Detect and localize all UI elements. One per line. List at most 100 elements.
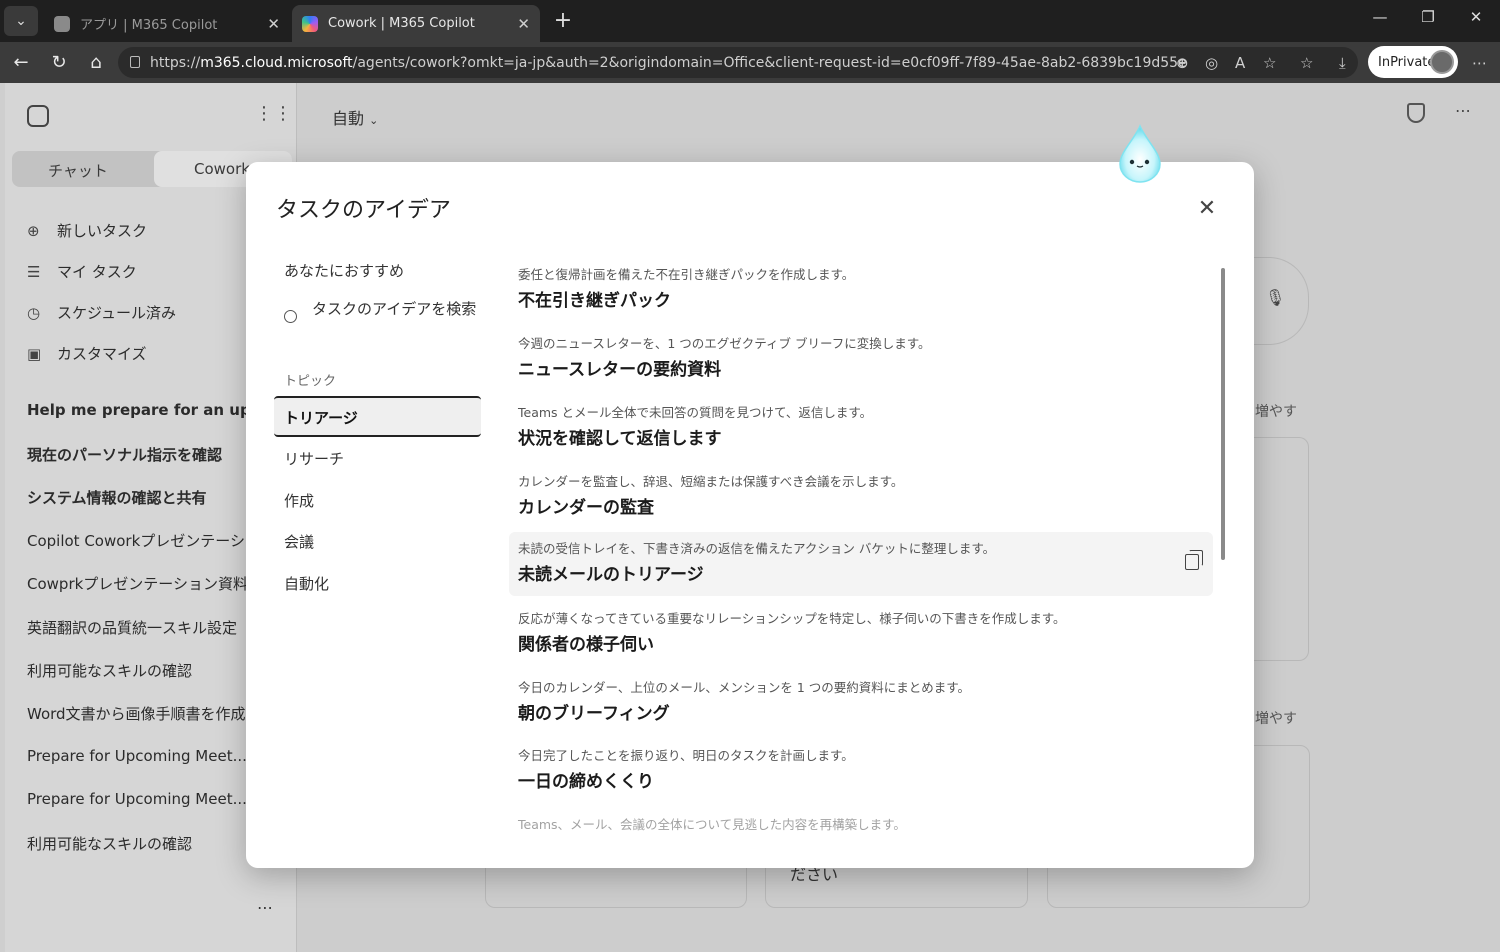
mode-dropdown[interactable]: 自動 ⌄ (332, 105, 378, 129)
topic-research[interactable]: リサーチ (284, 448, 344, 469)
download-icon[interactable]: ⤓ (1339, 54, 1346, 72)
back-arrow-icon[interactable]: ← (8, 50, 34, 76)
history-item[interactable]: Prepare for Upcoming Meet... (27, 747, 249, 765)
browser-tab-bar: ⌄ アプリ | M365 Copilot ✕ Cowork | M365 Cop… (0, 0, 1500, 42)
idea-description: 委任と復帰計画を備えた不在引き継ぎパックを作成します。 (518, 267, 855, 282)
history-item[interactable]: Prepare for Upcoming Meet... (27, 790, 249, 808)
browser-tab-apps[interactable]: アプリ | M365 Copilot ✕ (44, 5, 290, 42)
idea-title: 不在引き継ぎパック (518, 291, 671, 311)
favorites-list-icon[interactable]: ☆ (1300, 54, 1313, 72)
idea-title: カレンダーの監査 (518, 498, 654, 518)
nav-label: マイ タスク (57, 263, 137, 281)
home-icon[interactable]: ⌂ (83, 50, 109, 76)
history-item[interactable]: Copilot Coworkプレゼンテーション (27, 530, 249, 551)
idea-title: 状況を確認して返信します (518, 429, 722, 449)
idea-card[interactable]: Teams とメール全体で未回答の質問を見つけて、返信します。 状況を確認して返… (509, 396, 1213, 460)
search-ideas-button[interactable]: タスクのアイデアを検索 (284, 298, 484, 323)
topics-heading: トピック (284, 374, 337, 389)
idea-card[interactable]: 反応が薄くなってきている重要なリレーションシップを特定し、様子伺いの下書きを作成… (509, 602, 1213, 666)
idea-description: 今日のカレンダー、上位のメール、メンションを 1 つの要約資料にまとめます。 (518, 680, 971, 695)
idea-description: 今日完了したことを振り返り、明日のタスクを計画します。 (518, 748, 854, 763)
copy-icon[interactable] (1185, 550, 1203, 570)
url-prefix: https:// (150, 54, 201, 71)
water-drop-mascot-icon (1119, 124, 1161, 183)
history-item[interactable]: Word文書から画像手順書を作成 (27, 703, 249, 724)
idea-description: 反応が薄くなってきている重要なリレーションシップを特定し、様子伺いの下書きを作成… (518, 611, 1066, 626)
restore-icon[interactable]: ❐ (1414, 8, 1442, 26)
idea-card[interactable]: カレンダーを監査し、辞退、短縮または保護すべき会議を示します。 カレンダーの監査 (509, 465, 1213, 529)
task-list-icon: ☰ (27, 262, 41, 281)
history-item[interactable]: 利用可能なスキルの確認 (27, 833, 249, 854)
copilot-logo-icon[interactable] (27, 105, 49, 127)
history-item[interactable]: 利用可能なスキルの確認 (27, 660, 249, 681)
segment-cowork[interactable]: Cowork (194, 160, 250, 178)
idea-description: 未読の受信トレイを、下書き済みの返信を備えたアクション バケットに整理します。 (518, 541, 996, 556)
idea-description: Teams とメール全体で未回答の質問を見つけて、返信します。 (518, 405, 873, 420)
dialog-title: タスクのアイデア (276, 198, 451, 223)
favorite-star-icon[interactable]: ☆ (1263, 54, 1276, 72)
bg-fragment: 増やす (1255, 404, 1297, 420)
nav-customize[interactable]: ▣ カスタマイズ (27, 343, 147, 364)
more-options-icon[interactable]: ⋯ (257, 898, 273, 917)
idea-card[interactable]: Teams、メール、会議の全体について見逃した内容を再構築します。 (509, 808, 1213, 836)
nav-label: スケジュール済み (57, 304, 176, 322)
inprivate-label: InPrivate (1378, 54, 1436, 70)
new-tab-plus-icon[interactable]: + (550, 9, 576, 35)
lock-icon[interactable] (130, 56, 140, 68)
topic-meetings[interactable]: 会議 (284, 531, 314, 552)
idea-description: カレンダーを監査し、辞退、短縮または保護すべき会議を示します。 (518, 474, 904, 489)
search-ideas-label: タスクのアイデアを検索 (312, 300, 477, 318)
history-item[interactable]: Cowprkプレゼンテーション資料 (27, 573, 249, 594)
history-item[interactable]: システム情報の確認と共有 (27, 487, 249, 508)
idea-title: 未読メールのトリアージ (518, 565, 704, 585)
topic-create[interactable]: 作成 (284, 490, 314, 511)
inprivate-badge[interactable]: InPrivate (1368, 46, 1458, 78)
idea-card[interactable]: 今日完了したことを振り返り、明日のタスクを計画します。 一日の締めくくり (509, 739, 1213, 803)
topic-triage-selected[interactable]: トリアージ (274, 396, 481, 437)
close-tab-icon[interactable]: ✕ (517, 15, 530, 33)
history-item[interactable]: 英語翻訳の品質統一スキル設定 (27, 617, 249, 638)
browser-menu-icon[interactable]: ⋯ (1472, 54, 1487, 72)
tracking-prevention-icon[interactable]: ◎ (1205, 54, 1218, 72)
browser-tab-cowork[interactable]: Cowork | M365 Copilot ✕ (292, 5, 540, 42)
idea-title: 朝のブリーフィング (518, 704, 670, 724)
idea-title: 関係者の様子伺い (518, 635, 654, 655)
more-options-icon[interactable]: ⋯ (1455, 101, 1471, 120)
mode-label: 自動 (332, 109, 365, 128)
idea-card[interactable]: 委任と復帰計画を備えた不在引き継ぎパックを作成します。 不在引き継ぎパック (509, 258, 1213, 322)
idea-card[interactable]: 今日のカレンダー、上位のメール、メンションを 1 つの要約資料にまとめます。 朝… (509, 671, 1213, 735)
window-close-icon[interactable]: ✕ (1462, 8, 1490, 26)
idea-description: 今週のニュースレターを、1 つのエグゼクティブ ブリーフに変換します。 (518, 336, 931, 351)
toolbox-icon: ▣ (27, 344, 42, 363)
idea-title: 一日の締めくくり (518, 772, 654, 792)
url-host: m365.cloud.microsoft (200, 54, 353, 71)
segment-chat[interactable]: チャット (48, 160, 108, 181)
idea-card[interactable]: 今週のニュースレターを、1 つのエグゼクティブ ブリーフに変換します。 ニュース… (509, 327, 1213, 391)
tab-actions-chevron-icon[interactable]: ⌄ (4, 6, 38, 36)
close-tab-icon[interactable]: ✕ (267, 15, 280, 33)
tab-title: Cowork | M365 Copilot (328, 16, 475, 31)
nav-new-task[interactable]: ⊕ 新しいタスク (27, 220, 147, 241)
nav-label: カスタマイズ (57, 345, 147, 363)
minimize-icon[interactable]: — (1366, 8, 1394, 26)
nav-scheduled[interactable]: ◷ スケジュール済み (27, 302, 176, 323)
tab-title: アプリ | M365 Copilot (80, 18, 218, 33)
history-item[interactable]: 現在のパーソナル指示を確認 (27, 444, 249, 465)
address-bar[interactable]: https://m365.cloud.microsoft/agents/cowo… (118, 47, 1358, 78)
read-aloud-icon[interactable]: A (1235, 54, 1245, 72)
idea-card[interactable]: 未読の受信トレイを、下書き済みの返信を備えたアクション バケットに整理します。 … (509, 532, 1213, 596)
search-icon (284, 310, 297, 323)
nav-my-tasks[interactable]: ☰ マイ タスク (27, 261, 137, 282)
idea-title: ニュースレターの要約資料 (518, 360, 722, 380)
browser-toolbar: ← ↻ ⌂ https://m365.cloud.microsoft/agent… (0, 42, 1500, 83)
ideas-scrollbar[interactable] (1221, 268, 1225, 560)
shield-check-icon[interactable] (1407, 103, 1425, 123)
ideas-list: 委任と復帰計画を備えた不在引き継ぎパックを作成します。 不在引き継ぎパック 今週… (509, 256, 1213, 836)
refresh-icon[interactable]: ↻ (46, 50, 72, 76)
topic-automation[interactable]: 自動化 (284, 573, 329, 594)
history-item[interactable]: Help me prepare for an upcoming (27, 401, 249, 419)
microphone-icon[interactable]: 🎙 (1265, 288, 1285, 307)
zoom-icon[interactable]: ⊕ (1176, 54, 1189, 72)
nav-recommended[interactable]: あなたにおすすめ (284, 260, 404, 281)
close-icon[interactable]: ✕ (1192, 194, 1222, 224)
